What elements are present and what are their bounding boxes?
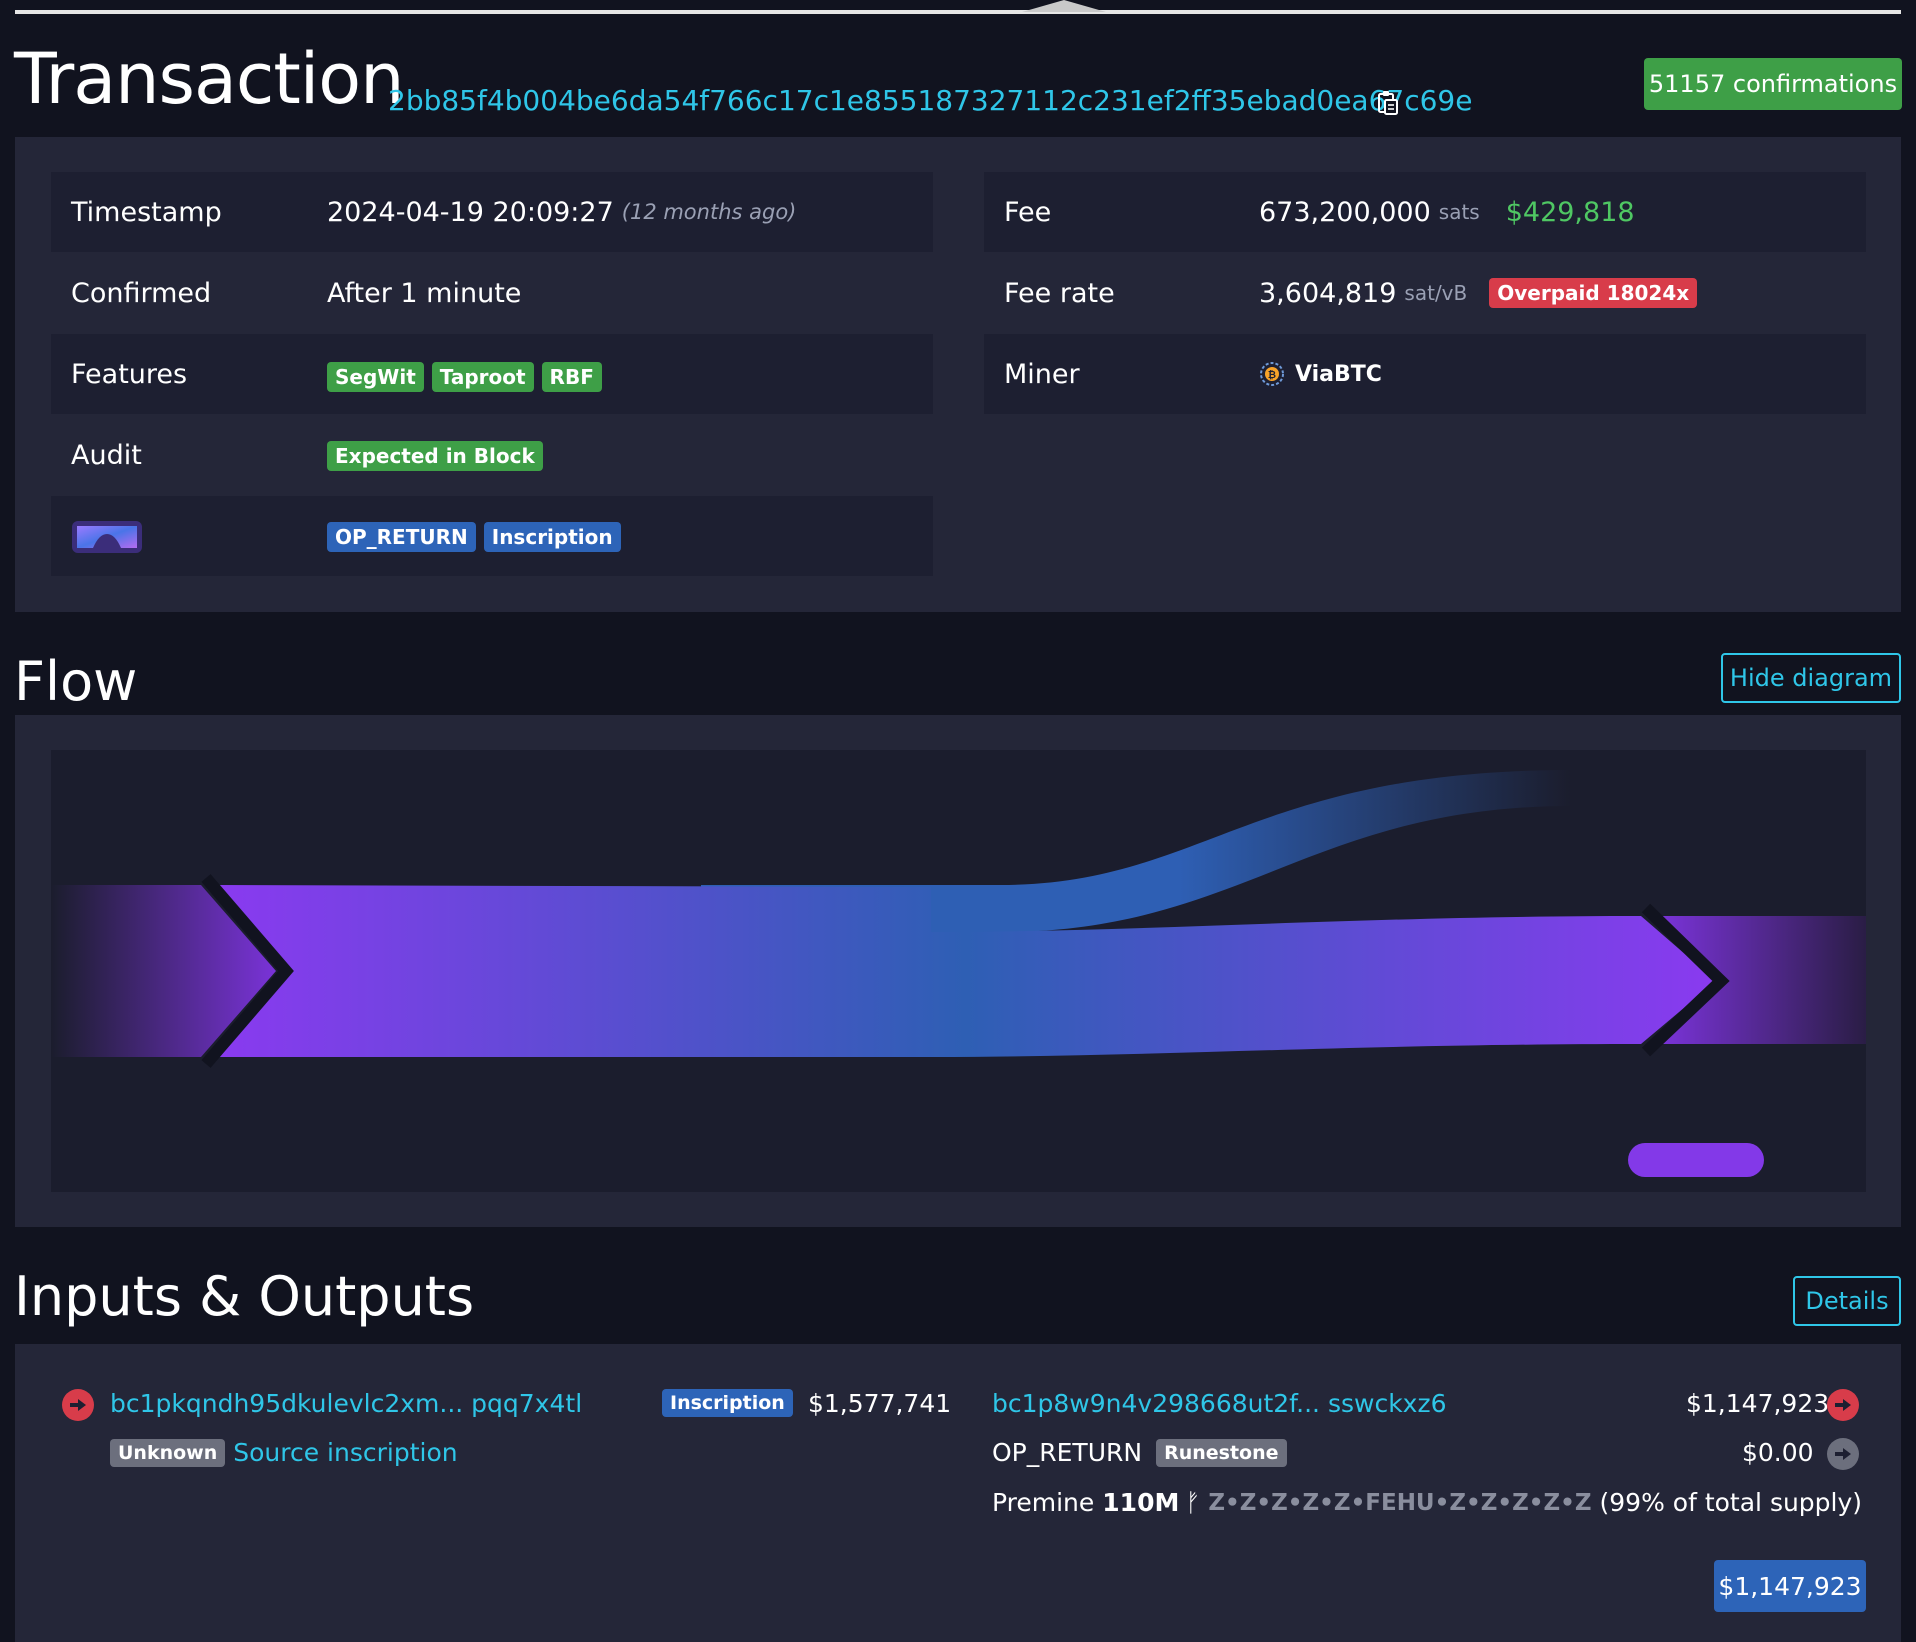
fee-sats: 673,200,000 bbox=[1259, 196, 1431, 228]
input-address-link[interactable]: bc1pkqndh95dkulevlc2xm... pqq7x4tl bbox=[110, 1389, 582, 1418]
fee-rate-value: 3,604,819 sat/vB Overpaid 18024x bbox=[1259, 278, 1705, 309]
input-tag-wrap: Inscription bbox=[662, 1389, 801, 1417]
features-label: Features bbox=[71, 358, 188, 390]
txid-link[interactable]: 2bb85f4b004be6da54f766c17c1e855187327112… bbox=[388, 84, 1472, 117]
runestone-premine: Premine 110M ᚠ Z•Z•Z•Z•Z•FEHU•Z•Z•Z•Z•Z … bbox=[992, 1488, 1862, 1517]
extra-tags-row: OP_RETURN Inscription bbox=[51, 496, 933, 576]
input-arrow-icon[interactable] bbox=[62, 1389, 94, 1421]
output-address-link[interactable]: bc1p8w9n4v298668ut2f... sswckxz6 bbox=[992, 1389, 1447, 1418]
timestamp-ago: (12 months ago) bbox=[621, 200, 797, 224]
miner-label: Miner bbox=[1004, 358, 1080, 390]
confirmed-label: Confirmed bbox=[71, 277, 212, 309]
top-notch bbox=[1022, 0, 1106, 12]
fee-value: 673,200,000 sats $429,818 bbox=[1259, 197, 1635, 228]
source-inscription-link[interactable]: Source inscription bbox=[233, 1438, 457, 1467]
miner-value[interactable]: ₿ ViaBTC bbox=[1259, 361, 1382, 387]
fee-rate-number: 3,604,819 bbox=[1259, 277, 1397, 309]
miner-name: ViaBTC bbox=[1295, 361, 1382, 387]
confirmations-badge: 51157 confirmations bbox=[1644, 58, 1902, 110]
overpaid-badge[interactable]: Overpaid 18024x bbox=[1489, 278, 1698, 308]
op-return-value: $0.00 bbox=[1742, 1438, 1814, 1467]
rune-symbol: ᚠ bbox=[1185, 1488, 1201, 1517]
premine-label: Premine bbox=[992, 1488, 1095, 1517]
input-sub-row: Unknown Source inscription bbox=[110, 1438, 458, 1467]
features-row: Features SegWit Taproot RBF bbox=[51, 334, 933, 414]
audit-label: Audit bbox=[71, 439, 142, 471]
input-inscription-tag[interactable]: Inscription bbox=[662, 1389, 793, 1417]
output-value: $1,147,923 bbox=[1686, 1389, 1830, 1418]
svg-text:₿: ₿ bbox=[1268, 369, 1276, 381]
fee-rate-unit: sat/vB bbox=[1404, 281, 1468, 305]
page-title: Transaction bbox=[14, 38, 404, 120]
io-heading: Inputs & Outputs bbox=[14, 1265, 475, 1328]
top-divider bbox=[15, 10, 1901, 14]
copy-icon[interactable] bbox=[1376, 90, 1398, 116]
fee-rate-label: Fee rate bbox=[1004, 277, 1115, 309]
audit-value: Expected in Block bbox=[327, 441, 551, 471]
audit-expected-tag[interactable]: Expected in Block bbox=[327, 441, 543, 471]
input-value: $1,577,741 bbox=[808, 1389, 952, 1418]
runestone-tag[interactable]: Runestone bbox=[1156, 1438, 1287, 1467]
feature-taproot-tag[interactable]: Taproot bbox=[431, 362, 534, 392]
transaction-page: Transaction 2bb85f4b004be6da54f766c17c1e… bbox=[0, 0, 1916, 1642]
timestamp-value: 2024-04-19 20:09:27 (12 months ago) bbox=[327, 197, 796, 228]
output-arrow-icon[interactable] bbox=[1827, 1389, 1859, 1421]
rune-name-link[interactable]: Z•Z•Z•Z•Z•FEHU•Z•Z•Z•Z•Z bbox=[1208, 1490, 1591, 1516]
feature-segwit-tag[interactable]: SegWit bbox=[327, 362, 424, 392]
hide-diagram-button[interactable]: Hide diagram bbox=[1721, 653, 1901, 703]
fee-flow-pill[interactable] bbox=[1628, 1143, 1764, 1177]
op-return-tag[interactable]: OP_RETURN bbox=[327, 522, 476, 552]
inscription-tag[interactable]: Inscription bbox=[483, 522, 621, 552]
confirmed-value: After 1 minute bbox=[327, 277, 522, 309]
fee-usd: $429,818 bbox=[1505, 196, 1635, 228]
details-button[interactable]: Details bbox=[1793, 1276, 1901, 1326]
audit-row: Audit Expected in Block bbox=[51, 415, 933, 495]
flow-heading: Flow bbox=[14, 650, 138, 713]
viabtc-logo-icon: ₿ bbox=[1260, 362, 1284, 386]
goggles-icon bbox=[72, 521, 142, 553]
feature-rbf-tag[interactable]: RBF bbox=[541, 362, 602, 392]
miner-row: Miner ₿ ViaBTC bbox=[984, 334, 1866, 414]
op-return-arrow-icon[interactable] bbox=[1827, 1438, 1859, 1470]
unknown-tag: Unknown bbox=[110, 1438, 226, 1467]
timestamp-date: 2024-04-19 20:09:27 bbox=[327, 196, 614, 228]
op-return-output: OP_RETURN Runestone bbox=[992, 1438, 1295, 1467]
premine-amount: 110M bbox=[1102, 1488, 1180, 1517]
timestamp-label: Timestamp bbox=[71, 196, 222, 228]
op-return-label: OP_RETURN bbox=[992, 1438, 1143, 1467]
premine-supply: (99% of total supply) bbox=[1599, 1488, 1863, 1517]
total-value-button[interactable]: $1,147,923 bbox=[1714, 1560, 1866, 1612]
fee-row: Fee 673,200,000 sats $429,818 bbox=[984, 172, 1866, 252]
fee-rate-row: Fee rate 3,604,819 sat/vB Overpaid 18024… bbox=[984, 253, 1866, 333]
confirmed-row: Confirmed After 1 minute bbox=[51, 253, 933, 333]
fee-unit: sats bbox=[1438, 200, 1480, 224]
flow-diagram-svg bbox=[51, 770, 1866, 1068]
extra-tags: OP_RETURN Inscription bbox=[327, 522, 629, 552]
flow-diagram bbox=[51, 750, 1866, 1192]
features-tags: SegWit Taproot RBF bbox=[327, 362, 610, 392]
timestamp-row: Timestamp 2024-04-19 20:09:27 (12 months… bbox=[51, 172, 933, 252]
fee-label: Fee bbox=[1004, 196, 1052, 228]
